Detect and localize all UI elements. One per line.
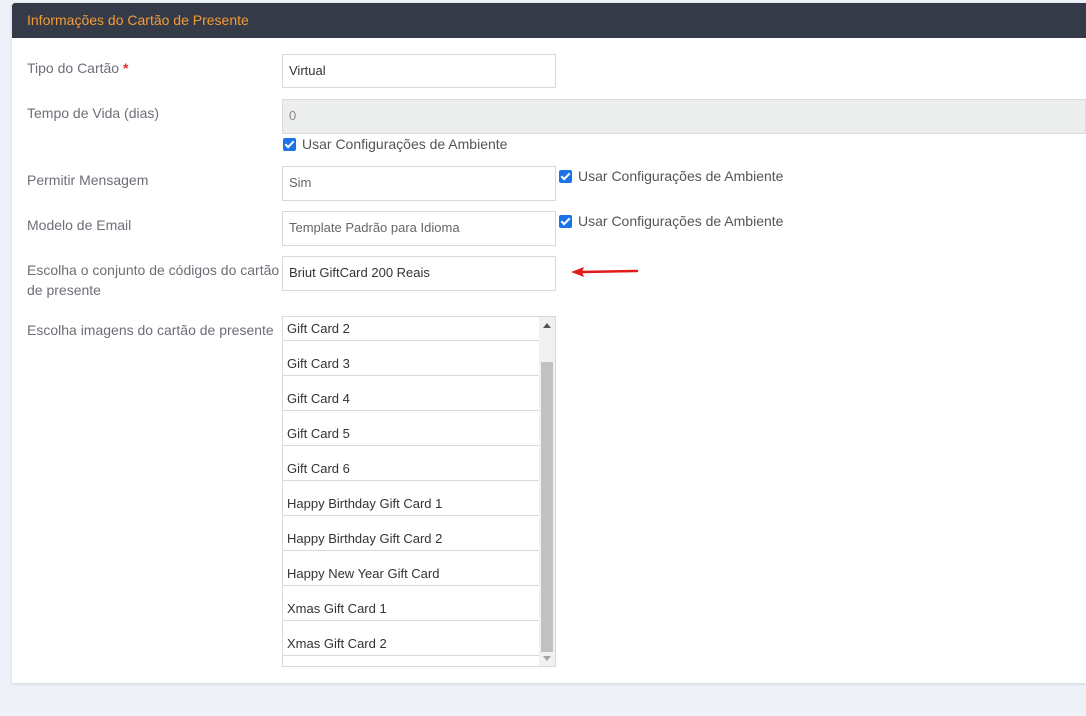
images-label: Escolha imagens do cartão de presente — [27, 322, 274, 338]
gift-card-info-panel: Informações do Cartão de Presente Tipo d… — [12, 3, 1086, 683]
panel-title: Informações do Cartão de Presente — [27, 12, 249, 28]
card-type-select[interactable]: Virtual — [282, 54, 556, 88]
list-item-label: Xmas Gift Card 1 — [287, 601, 387, 616]
images-multiselect[interactable]: Gift Card 2 Gift Card 3 Gift Card 4 Gift Ca… — [282, 316, 556, 667]
list-item[interactable]: Xmas Gift Card 2 — [283, 621, 539, 656]
allow-message-use-env-label: Usar Configurações de Ambiente — [578, 168, 784, 184]
required-mark: * — [122, 60, 129, 76]
checkbox-checked-icon[interactable] — [559, 214, 572, 228]
list-item-label: Xmas Gift Card 2 — [287, 636, 387, 651]
list-item-label: Happy Birthday Gift Card 1 — [287, 496, 443, 511]
list-item-label: Gift Card 6 — [287, 461, 350, 476]
list-item-label: Gift Card 3 — [287, 356, 350, 371]
images-options: Gift Card 2 Gift Card 3 Gift Card 4 Gift Ca… — [283, 317, 539, 656]
code-set-select[interactable]: Briut GiftCard 200 Reais — [282, 256, 556, 291]
list-item-label: Gift Card 4 — [287, 391, 350, 406]
lifetime-use-env-label: Usar Configurações de Ambiente — [302, 136, 508, 152]
allow-message-label: Permitir Mensagem — [27, 172, 149, 188]
panel-header: Informações do Cartão de Presente — [12, 3, 1086, 38]
list-item[interactable]: Happy Birthday Gift Card 1 — [283, 481, 539, 516]
scroll-up-icon[interactable] — [539, 317, 555, 333]
list-item[interactable]: Gift Card 6 — [283, 446, 539, 481]
code-set-label: Escolha o conjunto de códigos do cartão … — [27, 262, 280, 298]
red-arrow-annotation-icon — [571, 267, 639, 277]
scrollbar-thumb[interactable] — [541, 362, 553, 652]
list-item[interactable]: Xmas Gift Card 1 — [283, 586, 539, 621]
list-item[interactable]: Gift Card 4 — [283, 376, 539, 411]
allow-message-use-env-checkbox[interactable]: Usar Configurações de Ambiente — [559, 168, 783, 184]
card-type-label-text: Tipo do Cartão — [27, 60, 120, 76]
list-item[interactable]: Happy Birthday Gift Card 2 — [283, 516, 539, 551]
scroll-down-icon[interactable] — [539, 650, 555, 666]
list-item-label: Gift Card 5 — [287, 426, 350, 441]
list-item-label: Gift Card 2 — [287, 321, 350, 336]
card-type-label: Tipo do Cartão * — [27, 58, 282, 78]
lifetime-label: Tempo de Vida (dias) — [27, 105, 160, 121]
list-item[interactable]: Gift Card 2 — [283, 317, 539, 341]
listbox-scrollbar[interactable] — [539, 317, 555, 666]
email-template-use-env-label: Usar Configurações de Ambiente — [578, 213, 784, 229]
checkbox-checked-icon[interactable] — [283, 137, 296, 151]
allow-message-select[interactable]: Sim — [282, 166, 556, 201]
lifetime-input[interactable]: 0 — [282, 99, 1086, 134]
checkbox-checked-icon[interactable] — [559, 169, 572, 183]
list-item[interactable]: Happy New Year Gift Card — [283, 551, 539, 586]
list-item[interactable]: Gift Card 5 — [283, 411, 539, 446]
list-item-label: Happy Birthday Gift Card 2 — [287, 531, 443, 546]
email-template-select[interactable]: Template Padrão para Idioma — [282, 211, 556, 246]
email-template-use-env-checkbox[interactable]: Usar Configurações de Ambiente — [559, 213, 783, 229]
list-item-label: Happy New Year Gift Card — [287, 566, 440, 581]
email-template-label: Modelo de Email — [27, 217, 132, 233]
list-item[interactable]: Gift Card 3 — [283, 341, 539, 376]
lifetime-use-env-checkbox[interactable]: Usar Configurações de Ambiente — [283, 136, 507, 152]
